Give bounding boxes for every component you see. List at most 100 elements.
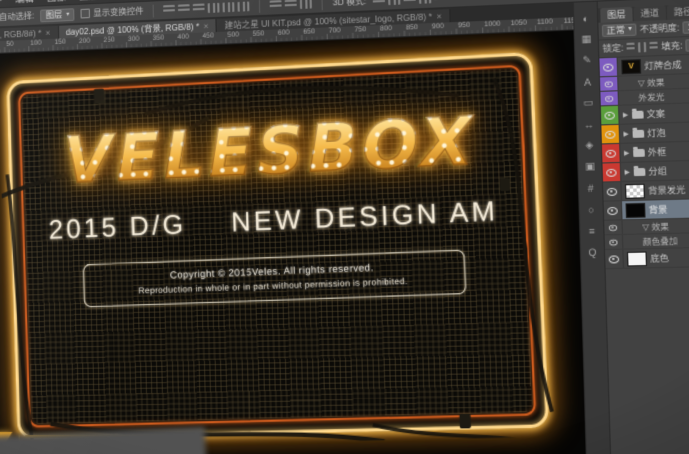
layer-thumbnail[interactable]: [626, 250, 648, 266]
align-top-icon[interactable]: [207, 2, 220, 13]
distribute-center-icon[interactable]: [300, 0, 313, 9]
menu-item[interactable]: 图层: [79, 0, 98, 3]
lock-all-icon[interactable]: [649, 41, 659, 53]
expand-arrow-icon[interactable]: ▶: [624, 168, 630, 176]
distribute-buttons[interactable]: [269, 0, 313, 11]
layer-row-body[interactable]: V灯牌合成fx ▾: [618, 54, 689, 76]
layer-thumbnail[interactable]: [624, 183, 645, 199]
pen-icon[interactable]: ✎: [579, 53, 595, 68]
document-canvas[interactable]: VELESBOX 2015 D/G NEW DESIGN AM Copyrigh…: [0, 30, 587, 454]
adjust-icon[interactable]: ◐: [578, 11, 594, 26]
align-bottom-icon[interactable]: [237, 1, 250, 12]
3d-slide-icon[interactable]: [418, 0, 432, 4]
align-middle-icon[interactable]: [222, 2, 235, 13]
expand-arrow-icon[interactable]: ▶: [623, 111, 629, 119]
3d-rotate-icon[interactable]: [372, 0, 385, 6]
layer-row[interactable]: 底色: [605, 247, 689, 270]
opacity-value[interactable]: 100%: [682, 20, 689, 34]
mode-3d-buttons[interactable]: [372, 0, 447, 6]
layer-row-body[interactable]: 底色: [623, 247, 689, 267]
lock-transparent-icon[interactable]: [626, 42, 636, 53]
align-right-icon[interactable]: [193, 3, 205, 14]
visibility-eye-toggle[interactable]: [599, 76, 619, 91]
visibility-eye-toggle[interactable]: [599, 57, 619, 77]
layer-name[interactable]: 底色: [650, 252, 669, 265]
eye-icon: [605, 149, 617, 158]
layer-list: V灯牌合成fx ▾▽ 效果 外发光▶文案▶灯泡▶外框▶分组背景发光背景fx ▾▽…: [599, 53, 689, 454]
visibility-eye-toggle[interactable]: [600, 91, 620, 106]
menu-item[interactable]: 文件: [0, 0, 2, 7]
align-center-icon[interactable]: [178, 4, 191, 15]
opacity-label: 不透明度:: [639, 22, 680, 35]
folder-icon: [633, 167, 645, 176]
expand-arrow-icon[interactable]: ▶: [623, 130, 629, 138]
visibility-eye-toggle[interactable]: [600, 105, 620, 125]
layer-name[interactable]: 文案: [646, 107, 665, 120]
3d-roll-icon[interactable]: [387, 0, 401, 6]
menu-item[interactable]: 图像: [47, 0, 66, 4]
3d-drag-icon[interactable]: [403, 0, 416, 5]
panel-tab-layers[interactable]: 图层: [600, 6, 633, 23]
lock-pixels-icon[interactable]: [638, 42, 647, 53]
visibility-eye-toggle[interactable]: [601, 143, 621, 163]
visibility-eye-toggle[interactable]: [602, 163, 622, 182]
move-icon[interactable]: ↔: [581, 117, 597, 132]
subtitle-right: NEW DESIGN AM: [230, 195, 499, 238]
effects-header-row[interactable]: ▽ 效果: [604, 217, 689, 236]
layer-thumbnail[interactable]: V: [621, 58, 642, 74]
layer-row-body[interactable]: 背景fx ▾: [621, 198, 689, 220]
close-icon[interactable]: ×: [203, 21, 208, 31]
layer-row[interactable]: ▶ 文案: [600, 102, 689, 126]
grid-icon[interactable]: #: [582, 180, 598, 195]
close-icon[interactable]: ×: [436, 11, 441, 21]
shape-icon[interactable]: ◈: [581, 138, 597, 153]
layer-row[interactable]: ▶ 外框: [601, 140, 689, 164]
layer-row-body[interactable]: 背景发光: [621, 179, 689, 200]
show-transform-checkbox[interactable]: 显示变换控件: [80, 5, 144, 19]
layer-row[interactable]: 背景fx ▾: [603, 198, 689, 221]
panel-icon[interactable]: ≡: [584, 223, 600, 238]
layer-row-body[interactable]: ▶ 灯泡: [620, 121, 689, 143]
zoom-icon[interactable]: Q: [584, 245, 600, 260]
panel-tab-channels[interactable]: 通道: [633, 5, 667, 22]
blend-mode-select[interactable]: 正常 ▾: [601, 23, 637, 38]
layer-name[interactable]: 灯泡: [647, 126, 666, 139]
pattern-icon[interactable]: ▦: [578, 32, 594, 47]
visibility-eye-toggle[interactable]: [603, 182, 622, 201]
visibility-eye-toggle[interactable]: [604, 220, 623, 235]
layer-row[interactable]: ▶ 灯泡: [601, 121, 689, 145]
style-icon[interactable]: ▣: [582, 159, 598, 174]
distribute-vertical-icon[interactable]: [284, 0, 298, 10]
layer-name[interactable]: 背景发光: [648, 183, 685, 196]
3d-scale-icon[interactable]: [434, 0, 447, 4]
layer-row[interactable]: ▶ 分组: [602, 159, 689, 183]
layer-name[interactable]: 外框: [648, 145, 667, 158]
align-buttons[interactable]: [163, 1, 250, 15]
layer-thumbnail[interactable]: [625, 202, 646, 218]
layer-name[interactable]: 分组: [648, 165, 667, 178]
eye-icon: [604, 95, 614, 102]
type-icon[interactable]: A: [579, 74, 595, 89]
menu-item[interactable]: 文字: [111, 0, 130, 1]
layer-name[interactable]: 背景: [649, 203, 668, 216]
layer-name[interactable]: 灯牌合成: [644, 58, 681, 72]
effect-item-row[interactable]: 颜色叠加: [604, 232, 689, 251]
ruler-tick-label: 750: [354, 25, 367, 34]
visibility-eye-toggle[interactable]: [601, 124, 621, 144]
visibility-eye-toggle[interactable]: [605, 249, 624, 269]
distribute-horizontal-icon[interactable]: [269, 0, 282, 11]
layer-row-body[interactable]: ▶ 文案: [619, 102, 689, 124]
layer-row[interactable]: 背景发光: [603, 179, 689, 202]
panel-tab-paths[interactable]: 路径: [666, 4, 689, 20]
menu-item[interactable]: 编辑: [15, 0, 34, 6]
mask-icon[interactable]: ▭: [580, 95, 596, 110]
visibility-eye-toggle[interactable]: [603, 201, 623, 220]
layer-row-body[interactable]: ▶ 分组: [621, 160, 689, 181]
layer-row-body[interactable]: ▶ 外框: [620, 141, 689, 162]
expand-arrow-icon[interactable]: ▶: [624, 149, 630, 157]
align-left-icon[interactable]: [163, 4, 176, 15]
rotate-icon[interactable]: ○: [583, 202, 599, 217]
close-icon[interactable]: ×: [45, 28, 50, 38]
visibility-eye-toggle[interactable]: [604, 235, 624, 249]
auto-select-dropdown[interactable]: 图层 ▾: [40, 7, 75, 22]
